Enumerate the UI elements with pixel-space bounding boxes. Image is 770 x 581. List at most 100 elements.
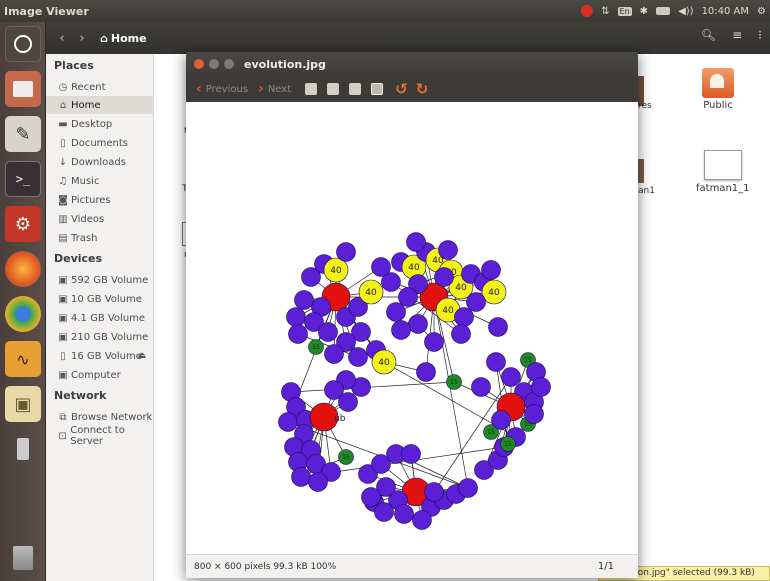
sidebar-item-volume-4gb[interactable]: ▣ 4.1 GB Volume <box>46 309 154 327</box>
close-button[interactable] <box>194 59 204 69</box>
file-fatman1-1[interactable]: fatman1_1 <box>696 150 750 194</box>
search-icon[interactable]: 🔍︎ <box>701 28 716 42</box>
graph-node-label: 40 <box>378 358 390 368</box>
graph-node <box>488 317 508 337</box>
system-monitor-icon[interactable]: ∿ <box>5 341 41 377</box>
sidebar-item-volume-16gb[interactable]: ▯ 16 GB Volume ⏏ <box>46 347 154 365</box>
clock-icon: ◷ <box>58 81 68 93</box>
minimize-button[interactable] <box>209 59 219 69</box>
drive-icon: ▣ <box>58 274 68 286</box>
graph-node <box>458 478 478 498</box>
graph-node <box>451 324 471 344</box>
zoom-out-icon[interactable] <box>327 83 340 95</box>
sidebar-item-downloads[interactable]: ↓ Downloads <box>46 153 154 171</box>
sidebar-item-pictures[interactable]: ◙ Pictures <box>46 191 154 209</box>
keyboard-layout-icon[interactable]: En <box>617 6 632 16</box>
rotate-right-icon[interactable]: ↻ <box>416 80 429 98</box>
graph-node <box>336 242 356 262</box>
sidebar-item-desktop[interactable]: ▬ Desktop <box>46 115 154 133</box>
chromium-icon[interactable] <box>5 296 41 332</box>
desktop-icon: ▬ <box>58 118 68 130</box>
bluetooth-icon[interactable]: ✱ <box>640 6 648 17</box>
partial-file-tile[interactable] <box>638 159 644 183</box>
image-canvas[interactable]: 40401540404040404040151515151515ub <box>186 102 638 554</box>
graph-node-label: ub <box>334 414 346 424</box>
image-viewer-icon[interactable]: ▣ <box>5 386 41 422</box>
sidebar: Places ◷ Recent ⌂ Home ▬ Desktop ▯ Documents… <box>46 54 154 581</box>
network-icon: ⧉ <box>59 411 67 423</box>
sidebar-heading-places: Places <box>54 59 94 72</box>
graph-node-label: 15 <box>450 379 458 386</box>
sidebar-item-volume-10gb[interactable]: ▣ 10 GB Volume <box>46 290 154 308</box>
graph-node <box>318 322 338 342</box>
sidebar-item-music[interactable]: ♫ Music <box>46 172 154 190</box>
sidebar-heading-devices: Devices <box>54 252 103 265</box>
launcher: ✎ >_ ⚙ ∿ ▣ <box>0 22 46 581</box>
sidebar-item-volume-210gb[interactable]: ▣ 210 GB Volume <box>46 328 154 346</box>
sidebar-item-connect-server[interactable]: ⊡ Connect to Server <box>46 425 154 447</box>
maximize-button[interactable] <box>224 59 234 69</box>
viewer-toolbar: ‹ Previous › Next ↺ ↻ <box>186 76 638 102</box>
terminal-icon[interactable]: >_ <box>5 161 41 197</box>
previous-button[interactable]: ‹ Previous <box>196 81 248 97</box>
ubuntu-one-icon[interactable] <box>581 5 594 17</box>
usb-drive-icon[interactable] <box>5 431 41 467</box>
partial-label: an1 <box>638 186 655 196</box>
graph-node <box>501 367 521 387</box>
settings-icon[interactable]: ⚙ <box>5 206 41 242</box>
graph-node <box>486 352 506 372</box>
graph-node <box>408 314 428 334</box>
breadcrumb-home[interactable]: ⌂ Home <box>100 32 147 45</box>
volume-icon[interactable]: ◀)) <box>678 6 694 17</box>
graph-node <box>466 292 486 312</box>
zoom-normal-icon[interactable] <box>349 83 362 95</box>
view-toggle-icon[interactable]: ⁝ <box>758 28 762 42</box>
sidebar-item-trash[interactable]: ▤ Trash <box>46 229 154 247</box>
page-count: 1/1 <box>597 561 614 572</box>
files-icon[interactable] <box>5 71 41 107</box>
sidebar-item-recent[interactable]: ◷ Recent <box>46 78 154 96</box>
gear-icon[interactable]: ⚙ <box>757 6 766 17</box>
rotate-left-icon[interactable]: ↺ <box>395 80 408 98</box>
public-folder-icon <box>702 68 734 98</box>
sidebar-item-computer[interactable]: ▣ Computer <box>46 366 154 384</box>
home-icon: ⌂ <box>100 31 108 45</box>
partial-label: res <box>638 101 652 111</box>
document-icon: ▯ <box>60 137 66 149</box>
folder-public[interactable]: Public <box>702 68 734 111</box>
graph-node <box>338 392 358 412</box>
network-icon[interactable]: ⇅ <box>601 6 609 17</box>
text-editor-icon[interactable]: ✎ <box>5 116 41 152</box>
drive-icon: ▣ <box>58 331 68 343</box>
files-toolbar: ‹ › ⌂ Home 🔍︎ ≡ ⁝ <box>46 22 770 54</box>
sidebar-item-documents[interactable]: ▯ Documents <box>46 134 154 152</box>
trash-icon[interactable] <box>5 540 41 576</box>
sidebar-item-volume-592gb[interactable]: ▣ 592 GB Volume <box>46 271 154 289</box>
image-info: 800 × 600 pixels 99.3 kB 100% <box>194 561 337 572</box>
eject-icon[interactable]: ⏏ <box>137 351 146 361</box>
zoom-fit-icon[interactable] <box>371 83 384 95</box>
drive-icon: ▣ <box>58 312 68 324</box>
graph-node <box>371 257 391 277</box>
clock[interactable]: 10:40 AM <box>702 6 749 17</box>
graph-node <box>406 232 426 252</box>
image-thumbnail-icon <box>703 150 742 180</box>
usb-drive-icon: ▯ <box>60 350 66 362</box>
sidebar-heading-network: Network <box>54 389 107 402</box>
drive-icon: ▣ <box>58 293 68 305</box>
forward-button[interactable]: › <box>72 31 92 46</box>
view-menu-icon[interactable]: ≡ <box>732 28 742 42</box>
dash-icon[interactable] <box>5 26 41 62</box>
graph-node <box>348 347 368 367</box>
viewer-title: evolution.jpg <box>244 57 326 71</box>
zoom-in-icon[interactable] <box>305 83 318 95</box>
sidebar-item-browse-network[interactable]: ⧉ Browse Network <box>46 408 154 426</box>
next-button[interactable]: › Next <box>258 81 291 97</box>
sidebar-item-home[interactable]: ⌂ Home <box>46 96 154 114</box>
graph-edge <box>290 381 455 393</box>
viewer-titlebar[interactable]: evolution.jpg <box>186 52 638 76</box>
back-button[interactable]: ‹ <box>52 31 72 46</box>
firefox-icon[interactable] <box>5 251 41 287</box>
battery-icon[interactable] <box>656 7 671 15</box>
sidebar-item-videos[interactable]: ▥ Videos <box>46 210 154 228</box>
